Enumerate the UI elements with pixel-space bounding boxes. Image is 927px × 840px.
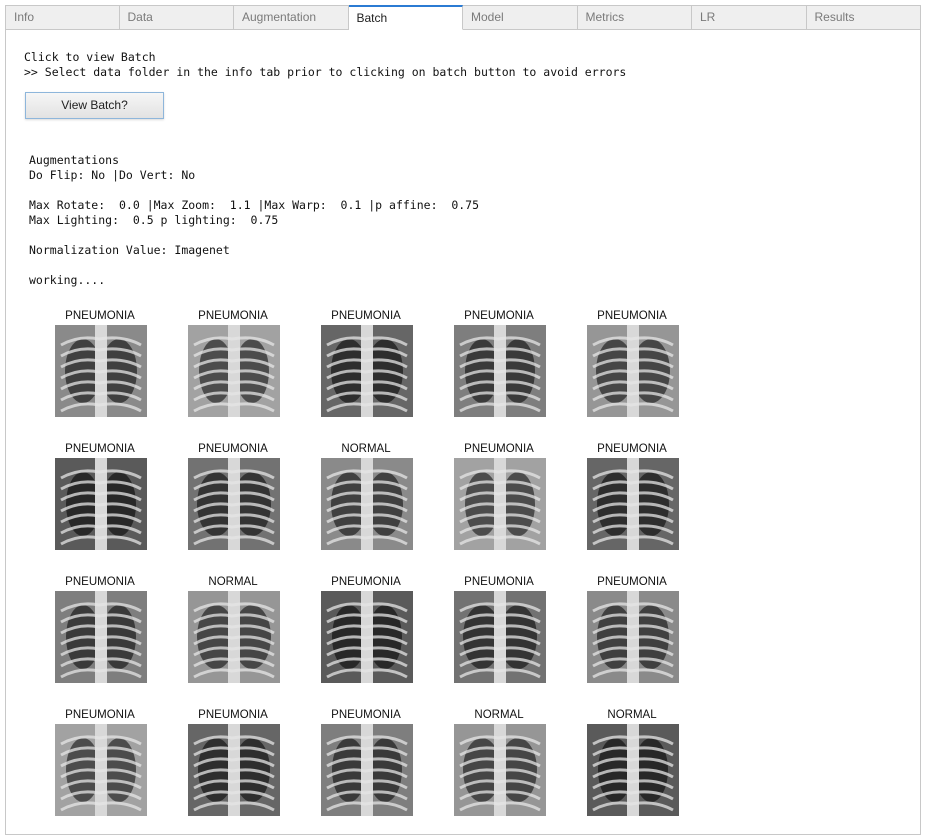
tab-lr[interactable]: LR xyxy=(692,5,807,30)
tab-info[interactable]: Info xyxy=(5,5,120,30)
xray-image xyxy=(188,325,280,417)
batch-image-label: PNEUMONIA xyxy=(464,310,534,322)
xray-image xyxy=(587,458,679,550)
batch-image-cell: PNEUMONIA xyxy=(585,308,679,441)
view-batch-button[interactable]: View Batch? xyxy=(25,92,164,119)
batch-image-cell: NORMAL xyxy=(319,441,413,574)
batch-image-cell: PNEUMONIA xyxy=(53,574,147,707)
batch-image-grid: PNEUMONIA PNEUMONIA PNEUMONIA PNEUMONIA PNEU… xyxy=(53,308,679,840)
batch-image-cell: PNEUMONIA xyxy=(53,308,147,441)
batch-image-cell: PNEUMONIA xyxy=(186,441,280,574)
batch-image-cell: PNEUMONIA xyxy=(53,707,147,840)
rotate-zoom-warp-text: Max Rotate: 0.0 |Max Zoom: 1.1 |Max Warp… xyxy=(29,198,480,212)
xray-image xyxy=(55,458,147,550)
status-text: working.... xyxy=(29,273,106,287)
normalization-text: Normalization Value: Imagenet xyxy=(29,243,230,257)
xray-image xyxy=(587,591,679,683)
batch-image-label: PNEUMONIA xyxy=(65,310,135,322)
batch-image-label: PNEUMONIA xyxy=(331,576,401,588)
intro-text: Click to view Batch xyxy=(24,50,156,64)
batch-image-cell: NORMAL xyxy=(452,707,546,840)
xray-image xyxy=(321,458,413,550)
xray-image xyxy=(454,325,546,417)
intro-warning-text: >> Select data folder in the info tab pr… xyxy=(24,65,627,79)
tab-bar: Info Data Augmentation Batch Model Metri… xyxy=(5,5,921,30)
batch-image-label: PNEUMONIA xyxy=(597,443,667,455)
flip-settings-text: Do Flip: No |Do Vert: No xyxy=(29,168,196,182)
batch-image-label: PNEUMONIA xyxy=(331,310,401,322)
batch-image-label: PNEUMONIA xyxy=(65,576,135,588)
xray-image xyxy=(188,591,280,683)
batch-image-cell: PNEUMONIA xyxy=(585,574,679,707)
xray-image xyxy=(587,724,679,816)
xray-image xyxy=(188,724,280,816)
batch-image-label: PNEUMONIA xyxy=(198,709,268,721)
batch-image-label: PNEUMONIA xyxy=(597,310,667,322)
batch-image-label: PNEUMONIA xyxy=(331,709,401,721)
batch-image-label: PNEUMONIA xyxy=(65,709,135,721)
batch-image-cell: PNEUMONIA xyxy=(319,308,413,441)
batch-image-cell: PNEUMONIA xyxy=(53,441,147,574)
batch-image-label: NORMAL xyxy=(208,576,258,588)
batch-image-label: PNEUMONIA xyxy=(198,310,268,322)
batch-image-cell: PNEUMONIA xyxy=(186,707,280,840)
batch-image-label: PNEUMONIA xyxy=(65,443,135,455)
batch-image-cell: NORMAL xyxy=(585,707,679,840)
tab-data[interactable]: Data xyxy=(119,5,234,30)
batch-image-label: PNEUMONIA xyxy=(464,443,534,455)
xray-image xyxy=(55,591,147,683)
tab-model[interactable]: Model xyxy=(463,5,578,30)
batch-image-cell: NORMAL xyxy=(186,574,280,707)
xray-image xyxy=(454,724,546,816)
xray-image xyxy=(55,724,147,816)
xray-image xyxy=(55,325,147,417)
augmentations-title: Augmentations xyxy=(29,153,120,167)
batch-image-label: NORMAL xyxy=(474,709,524,721)
xray-image xyxy=(454,591,546,683)
batch-image-cell: PNEUMONIA xyxy=(319,707,413,840)
batch-image-cell: PNEUMONIA xyxy=(319,574,413,707)
batch-image-label: NORMAL xyxy=(607,709,657,721)
batch-image-cell: PNEUMONIA xyxy=(452,441,546,574)
batch-image-cell: PNEUMONIA xyxy=(452,574,546,707)
tab-results[interactable]: Results xyxy=(806,5,921,30)
xray-image xyxy=(321,325,413,417)
batch-image-label: PNEUMONIA xyxy=(597,576,667,588)
batch-image-cell: PNEUMONIA xyxy=(585,441,679,574)
batch-image-label: NORMAL xyxy=(341,443,391,455)
tab-batch[interactable]: Batch xyxy=(348,5,463,30)
xray-image xyxy=(454,458,546,550)
xray-image xyxy=(321,724,413,816)
batch-image-cell: PNEUMONIA xyxy=(186,308,280,441)
batch-image-label: PNEUMONIA xyxy=(464,576,534,588)
tab-metrics[interactable]: Metrics xyxy=(577,5,692,30)
batch-image-label: PNEUMONIA xyxy=(198,443,268,455)
lighting-settings-text: Max Lighting: 0.5 p lighting: 0.75 xyxy=(29,213,279,227)
tab-augmentation[interactable]: Augmentation xyxy=(234,5,349,30)
xray-image xyxy=(321,591,413,683)
xray-image xyxy=(587,325,679,417)
xray-image xyxy=(188,458,280,550)
batch-image-cell: PNEUMONIA xyxy=(452,308,546,441)
